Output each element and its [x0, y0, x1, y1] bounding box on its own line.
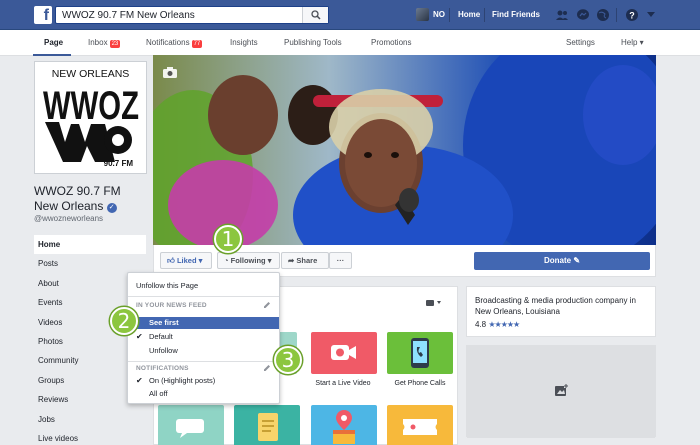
share-button[interactable]: ➦ Share	[281, 252, 329, 269]
following-dropdown-menu: Unfollow this Page IN YOUR NEWS FEED See…	[127, 272, 280, 404]
svg-text:?: ?	[629, 11, 635, 21]
tile-6[interactable]	[311, 405, 377, 445]
edit-pencil-icon[interactable]	[263, 301, 271, 309]
edit-pencil-icon[interactable]	[263, 364, 271, 372]
tile-7[interactable]	[387, 405, 453, 445]
tab-publishing-tools[interactable]: Publishing Tools	[284, 38, 342, 47]
rss-icon: ◔	[224, 256, 229, 265]
thumbs-up-icon: 👍︎	[167, 256, 175, 265]
tile-4[interactable]	[158, 405, 224, 445]
tab-notifications[interactable]: Notifications 77	[146, 38, 203, 48]
search-button[interactable]	[302, 7, 328, 23]
messages-icon[interactable]	[576, 8, 590, 22]
tab-inbox[interactable]: Inbox 23	[88, 38, 121, 48]
logo-top-text: NEW ORLEANS	[52, 68, 130, 80]
chat-bubble-icon	[176, 419, 204, 438]
home-link[interactable]: Home	[458, 10, 480, 19]
globe-notifications-icon[interactable]	[596, 8, 610, 22]
active-tab-indicator	[33, 54, 71, 56]
tab-promotions[interactable]: Promotions	[371, 38, 411, 47]
phone-icon	[411, 338, 429, 368]
tile-live-video[interactable]	[311, 332, 377, 374]
sidebar-item-live-videos[interactable]: Live videos	[34, 429, 146, 445]
search-icon	[311, 10, 321, 20]
shop-icon	[333, 410, 355, 444]
sidebar-item-posts[interactable]: Posts	[34, 254, 146, 273]
search-input[interactable]: WWOZ 90.7 FM New Orleans	[62, 10, 195, 21]
cover-image	[153, 55, 656, 245]
wwoz-logo: NEW ORLEANS WWOZ 90.7 FM	[43, 68, 139, 168]
liked-button[interactable]: 👍︎ Liked ▾	[160, 252, 212, 269]
following-button[interactable]: ◔ Following ▾	[217, 252, 280, 269]
tab-insights[interactable]: Insights	[230, 38, 258, 47]
divider	[484, 8, 485, 22]
cover-photo[interactable]	[153, 55, 656, 245]
tile-5[interactable]	[234, 405, 300, 445]
verified-badge-icon: ✓	[106, 203, 117, 213]
ticket-icon	[403, 419, 437, 435]
pencil-icon: ✎	[573, 256, 581, 265]
notifications-header: NOTIFICATIONS	[136, 365, 189, 372]
post-type-selector-icon[interactable]	[426, 299, 442, 307]
help-icon[interactable]: ?	[625, 8, 639, 22]
page-title[interactable]: WWOZ 90.7 FM New Orleans ✓	[34, 184, 152, 214]
menu-divider	[128, 296, 279, 297]
news-feed-header: IN YOUR NEWS FEED	[136, 302, 207, 309]
inbox-badge: 23	[109, 40, 121, 48]
friend-requests-icon[interactable]	[555, 8, 569, 22]
more-options-button[interactable]: ···	[329, 252, 352, 269]
top-navigation-bar: f WWOZ 90.7 FM New Orleans NO Home Find …	[0, 0, 700, 30]
find-friends-link[interactable]: Find Friends	[492, 10, 540, 19]
share-arrow-icon: ➦	[288, 256, 295, 265]
tile-phone-calls[interactable]	[387, 332, 453, 374]
add-photo-area[interactable]	[467, 346, 655, 438]
profile-picture[interactable]: NEW ORLEANS WWOZ 90.7 FM	[34, 61, 147, 174]
step-marker-3: 3	[274, 346, 302, 374]
user-name-link[interactable]: NO	[433, 10, 445, 19]
tab-settings[interactable]: Settings	[566, 38, 595, 47]
step-marker-2: 2	[110, 307, 138, 335]
note-icon	[258, 413, 278, 441]
checkmark-icon: ✔	[136, 376, 143, 385]
sidebar-item-home[interactable]: Home	[34, 235, 146, 255]
see-first-option[interactable]: See first	[128, 317, 279, 329]
tile-label-live-video: Start a Live Video	[315, 380, 371, 387]
page-title-line2: New Orleans	[34, 199, 104, 213]
photos-card	[466, 345, 656, 438]
page-rating[interactable]: 4.8 ★★★★★	[475, 320, 520, 329]
sidebar-item-jobs[interactable]: Jobs	[34, 410, 146, 429]
user-avatar[interactable]	[416, 8, 429, 21]
divider	[449, 8, 450, 22]
page-admin-navigation: Page Inbox 23 Notifications 77 Insights Pu…	[0, 30, 700, 56]
add-photo-icon	[555, 384, 568, 396]
step-marker-1: 1	[214, 225, 242, 253]
account-menu-caret-icon[interactable]	[647, 12, 655, 18]
search-box[interactable]: WWOZ 90.7 FM New Orleans	[55, 6, 329, 24]
rating-value: 4.8	[475, 320, 487, 329]
notifications-off-option[interactable]: All off	[128, 388, 279, 400]
rating-stars-icon: ★★★★★	[488, 320, 520, 329]
menu-divider	[128, 361, 279, 362]
donate-button[interactable]: Donate ✎	[474, 252, 650, 270]
camera-icon[interactable]	[163, 67, 177, 78]
notifications-on-option[interactable]: ✔ On (Highlight posts)	[128, 375, 279, 387]
notifications-badge: 77	[191, 40, 203, 48]
unfollow-option[interactable]: Unfollow	[128, 345, 279, 357]
page-username[interactable]: @wwozneworleans	[34, 214, 103, 223]
unfollow-page-option[interactable]: Unfollow this Page	[128, 280, 279, 292]
tab-page[interactable]: Page	[44, 38, 63, 47]
tile-label-phone-calls: Get Phone Calls	[394, 380, 446, 387]
checkmark-icon: ✔	[136, 332, 143, 341]
video-camera-icon	[331, 345, 356, 360]
default-option[interactable]: ✔ Default	[128, 331, 279, 343]
facebook-logo-icon[interactable]: f	[34, 6, 52, 24]
page-title-line1: WWOZ 90.7 FM	[34, 184, 121, 198]
logo-frequency-text: 90.7 FM	[104, 159, 134, 168]
logo-main-text: WWOZ	[43, 84, 139, 128]
tab-help[interactable]: Help ▾	[621, 38, 644, 47]
divider	[616, 8, 617, 22]
page-category-description[interactable]: Broadcasting & media production company …	[475, 295, 651, 317]
about-card: Broadcasting & media production company …	[466, 286, 656, 337]
